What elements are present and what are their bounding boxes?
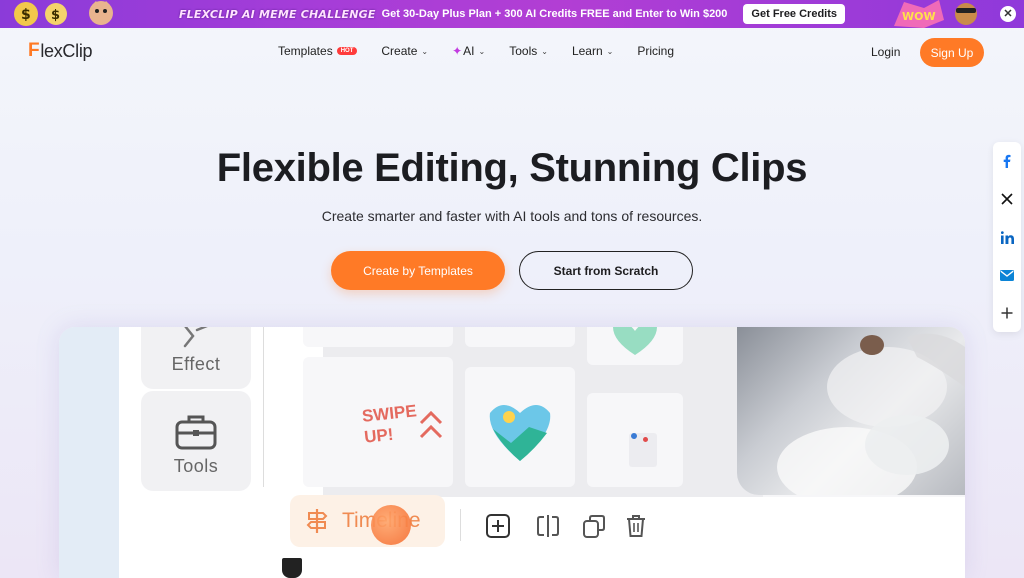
split-icon [537, 515, 559, 537]
nav-item-label: Pricing [637, 44, 675, 58]
effect-icon [183, 327, 208, 348]
logo-f-mark: F [28, 40, 40, 61]
promo-art-right-icon: WOW [894, 0, 977, 28]
trash-icon [627, 515, 645, 537]
hot-badge: HOT [336, 47, 358, 55]
nav-item-pricing[interactable]: Pricing [637, 44, 674, 58]
swipe-up-sticker: SWIPE UP! [361, 400, 420, 447]
panel-divider [263, 327, 264, 487]
up-text: UP! [363, 424, 395, 447]
playhead-marker [282, 558, 302, 578]
top-nav: F lexClip Templates HOT Create ⌄ ✦ AI ⌄ … [0, 28, 1024, 76]
svg-text:WOW: WOW [902, 10, 936, 23]
tools-button: Tools [141, 391, 251, 491]
svg-text:$: $ [51, 8, 60, 23]
chevron-down-icon: ⌄ [606, 46, 614, 56]
nav-item-label: Learn [571, 44, 603, 58]
sticker-tile [465, 327, 575, 347]
sticker-tile [303, 327, 453, 347]
sticker-tile [465, 367, 575, 487]
photo-subject [777, 333, 965, 495]
nav-item-label: AI [463, 44, 475, 58]
nav-menu: Templates HOT Create ⌄ ✦ AI ⌄ Tools ⌄ Le… [278, 44, 698, 58]
logo-wordmark: lexClip [40, 40, 93, 61]
login-link[interactable]: Login [871, 45, 900, 59]
heart-photo-sticker-icon [489, 405, 551, 461]
email-icon[interactable] [993, 256, 1021, 294]
chevron-down-icon: ⌄ [478, 46, 486, 56]
nav-item-templates[interactable]: Templates HOT [278, 44, 358, 58]
nav-item-learn[interactable]: Learn ⌄ [572, 44, 613, 58]
pin-icon [643, 437, 648, 442]
pin-icon [631, 433, 637, 439]
start-from-scratch-button[interactable]: Start from Scratch [519, 251, 693, 290]
svg-text:$: $ [21, 7, 31, 23]
promo-art-left-icon: $ $ [14, 1, 113, 26]
nav-item-create[interactable]: Create ⌄ [381, 44, 428, 58]
timeline-button: Timeline [290, 495, 445, 547]
flexclip-logo[interactable]: F lexClip [28, 40, 93, 62]
chevron-down-icon: ⌄ [541, 46, 548, 56]
effect-button: Effect [141, 327, 251, 389]
sticker-tile [587, 393, 683, 487]
nav-item-label: Create [381, 44, 418, 58]
editor-preview: Effect Tools SWIPE UP! [59, 327, 965, 578]
preview-sidebar-strip [59, 327, 119, 578]
plus-icon[interactable] [993, 294, 1021, 332]
x-icon[interactable] [993, 180, 1021, 218]
tools-label: Tools [173, 456, 219, 476]
sticker-grid: SWIPE UP! [303, 327, 763, 497]
sticker-tile: SWIPE UP! [303, 357, 453, 487]
effect-label: Effect [171, 354, 221, 374]
duplicate-icon [583, 515, 605, 538]
signpost-icon [306, 509, 328, 533]
chevron-down-icon: ⌄ [421, 46, 429, 56]
promo-banner: $ $ FLEXCLIP AI MEME CHALLENGE Get 30-Da… [0, 0, 1024, 28]
sign-up-button[interactable]: Sign Up [920, 38, 984, 67]
heart-sticker-icon [613, 327, 657, 355]
toolbox-icon [175, 415, 217, 450]
nav-item-label: Tools [509, 44, 538, 58]
sticker-tile [587, 327, 683, 365]
create-by-templates-button[interactable]: Create by Templates [331, 251, 505, 290]
add-icon [486, 514, 510, 538]
cursor-highlight [371, 505, 411, 545]
toolbar-divider [460, 509, 461, 541]
nav-item-ai[interactable]: ✦ AI ⌄ [452, 44, 485, 58]
preview-photo [737, 327, 965, 495]
promo-close-button[interactable]: ✕ [1000, 6, 1016, 22]
hero-subtitle: Create smarter and faster with AI tools … [321, 208, 703, 224]
sparkle-icon: ✦ [452, 44, 463, 58]
get-free-credits-button[interactable]: Get Free Credits [743, 4, 846, 24]
double-chevron-up-icon [419, 410, 443, 439]
share-bar [993, 142, 1021, 332]
nav-item-tools[interactable]: Tools ⌄ [509, 44, 548, 58]
hero-title: Flexible Editing, Stunning Clips [216, 146, 808, 190]
promo-title: FLEXCLIP AI MEME CHALLENGE [178, 7, 376, 21]
linkedin-icon[interactable] [993, 218, 1021, 256]
promo-text: Get 30-Day Plus Plan + 300 AI Credits FR… [381, 8, 728, 20]
facebook-icon[interactable] [993, 142, 1021, 180]
nav-item-label: Templates [278, 44, 333, 58]
